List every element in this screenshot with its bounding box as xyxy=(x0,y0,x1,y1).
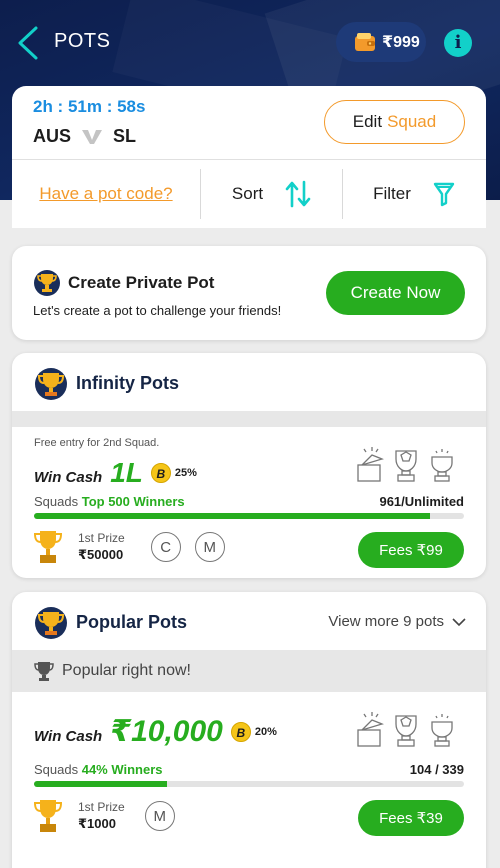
first-prize: 1st Prize ₹50000 xyxy=(78,531,125,563)
prize-row: 1st Prize ₹50000 C M xyxy=(34,529,225,565)
pot-code-link[interactable]: Have a pot code? xyxy=(12,184,200,204)
edit-squad-label: Edit xyxy=(352,112,383,131)
private-pot-subtitle: Let's create a pot to challenge your fri… xyxy=(33,303,282,318)
join-fees-button[interactable]: Fees ₹39 xyxy=(358,800,464,836)
bonus-coin-icon: B xyxy=(230,721,251,742)
trophy-badge-icon xyxy=(35,368,67,400)
create-now-button[interactable]: Create Now xyxy=(326,271,465,315)
join-fees-button[interactable]: Fees ₹99 xyxy=(358,532,464,568)
win-cash-label: Win Cash xyxy=(34,728,103,745)
win-cash-label: Win Cash xyxy=(34,469,103,486)
section-header: Popular Pots View more 9 pots xyxy=(12,592,486,650)
section-header: Infinity Pots xyxy=(12,353,486,411)
gold-trophy-icon xyxy=(34,531,62,563)
filter-bar: Have a pot code? Sort Filter xyxy=(12,160,486,228)
squad-progress-bar xyxy=(34,513,464,519)
squads-label-group: Squads 44% Winners xyxy=(34,762,163,777)
trophies-illustration-icon xyxy=(357,447,453,482)
winners-text: 44% Winners xyxy=(81,762,163,777)
infinity-pots-section: Infinity Pots Free entry for 2nd Squad. … xyxy=(12,353,486,578)
chevron-down-icon xyxy=(452,617,466,626)
back-button[interactable] xyxy=(14,24,44,62)
bonus-percent: 20% xyxy=(254,725,277,738)
countdown-timer: 2h : 51m : 58s xyxy=(33,97,146,116)
progress-fill xyxy=(34,781,168,787)
squads-info: Squads 44% Winners 104 / 339 xyxy=(34,762,464,777)
free-entry-note: Free entry for 2nd Squad. xyxy=(34,437,160,449)
first-prize-label: 1st Prize xyxy=(78,800,125,814)
squads-label-group: Squads Top 500 Winners xyxy=(34,494,185,509)
first-prize: 1st Prize ₹1000 xyxy=(78,800,125,832)
pot-card[interactable]: Win Cash ₹10,000 B 20% Squads 44% Winner… xyxy=(12,692,486,868)
filter-label: Filter xyxy=(373,184,411,203)
win-cash-line: Win Cash 1L B 25% xyxy=(34,457,197,489)
bonus-percent: 25% xyxy=(174,467,197,479)
edit-squad-button[interactable]: Edit Squad xyxy=(324,100,465,144)
sort-label: Sort xyxy=(231,184,264,203)
first-prize-label: 1st Prize xyxy=(78,531,125,545)
squads-count: 104 / 339 xyxy=(409,762,464,777)
prize-amount: 1L xyxy=(110,457,143,488)
squad-progress-bar xyxy=(34,781,464,787)
match-card: 2h : 51m : 58s AUS SL Edit Squad xyxy=(12,86,486,160)
winners-text: Top 500 Winners xyxy=(81,494,185,509)
progress-fill xyxy=(34,513,430,519)
first-prize-amount: ₹1000 xyxy=(78,816,116,831)
sort-button[interactable]: Sort xyxy=(201,178,342,210)
small-trophy-icon xyxy=(34,662,54,681)
win-cash-line: Win Cash ₹10,000 B 20% xyxy=(34,714,277,749)
squads-info: Squads Top 500 Winners 961/Unlimited xyxy=(34,494,464,509)
view-more-button[interactable]: View more 9 pots xyxy=(328,613,466,630)
multi-entry-badge[interactable]: M xyxy=(144,801,175,831)
confirmed-badge[interactable]: C xyxy=(150,532,181,562)
trophies-illustration-icon xyxy=(357,712,453,747)
prize-amount: ₹10,000 xyxy=(110,715,223,748)
wallet-icon xyxy=(355,33,375,51)
section-title: Popular Pots xyxy=(76,612,188,632)
versus-icon xyxy=(82,129,103,144)
filter-funnel-icon xyxy=(433,182,455,207)
private-pot-title: Create Private Pot xyxy=(68,273,215,292)
pot-card[interactable]: Free entry for 2nd Squad. Win Cash 1L B … xyxy=(12,427,486,578)
prize-row: 1st Prize ₹1000 M xyxy=(34,798,175,834)
team-2: SL xyxy=(113,126,137,146)
wallet-amount: ₹999 xyxy=(382,34,420,51)
section-divider xyxy=(12,411,486,427)
gold-trophy-icon xyxy=(34,800,62,832)
info-button[interactable]: i xyxy=(444,29,472,57)
match-teams: AUS SL xyxy=(33,126,136,147)
page-title: POTS xyxy=(54,30,111,52)
sort-arrows-icon xyxy=(285,180,311,208)
popular-right-now-band: Popular right now! xyxy=(12,650,486,692)
first-prize-amount: ₹50000 xyxy=(78,547,124,562)
trophy-badge-icon xyxy=(35,607,67,639)
squads-count: 961/Unlimited xyxy=(379,494,464,509)
chevron-left-icon xyxy=(18,26,38,60)
filter-button[interactable]: Filter xyxy=(343,181,485,207)
team-1: AUS xyxy=(33,126,72,146)
squads-label: Squads xyxy=(34,762,79,777)
create-private-pot-card: Create Private Pot Let's create a pot to… xyxy=(12,246,486,340)
multi-entry-badge[interactable]: M xyxy=(194,532,225,562)
wallet-balance-button[interactable]: ₹999 xyxy=(336,22,426,62)
popular-pots-section: Popular Pots View more 9 pots Popular ri… xyxy=(12,592,486,868)
popular-band-label: Popular right now! xyxy=(62,662,191,679)
section-title: Infinity Pots xyxy=(76,373,179,393)
trophy-badge-icon xyxy=(34,270,60,296)
squads-label: Squads xyxy=(34,494,79,509)
view-more-label: View more 9 pots xyxy=(328,613,444,630)
bonus-coin-icon: B xyxy=(150,463,171,483)
edit-squad-highlight: Squad xyxy=(387,112,437,131)
